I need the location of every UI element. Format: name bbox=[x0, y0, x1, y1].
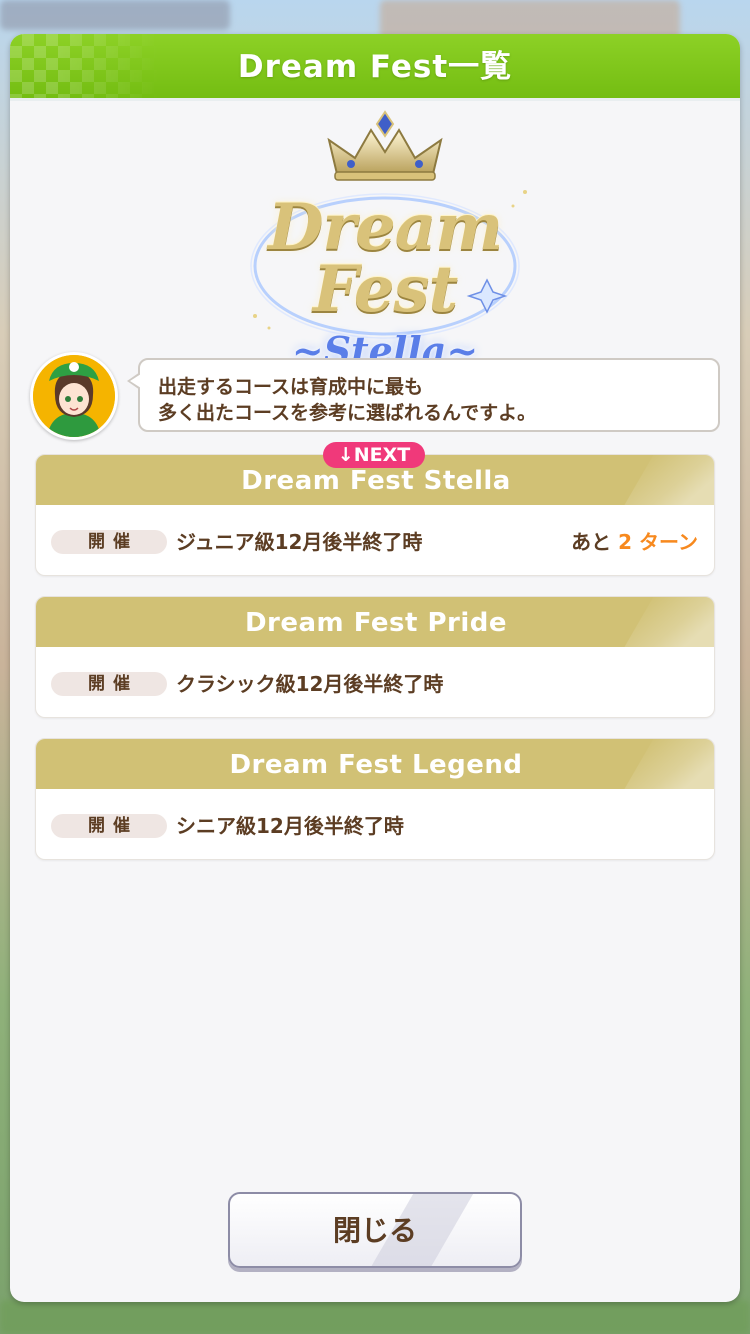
remaining-unit: ターン bbox=[639, 530, 698, 554]
fest-card-header: Dream Fest Legend bbox=[36, 739, 714, 789]
remaining-turns: あと 2 ターン bbox=[571, 526, 698, 555]
dialog-header: Dream Fest一覧 bbox=[10, 34, 740, 101]
fest-card-pride[interactable]: Dream Fest Pride 開催 クラシック級12月後半終了時 bbox=[35, 596, 715, 718]
remaining-count: 2 bbox=[618, 530, 633, 554]
fest-title: Dream Fest Pride bbox=[244, 608, 508, 638]
background-panel bbox=[0, 0, 230, 30]
background-ground bbox=[0, 1300, 750, 1334]
dream-fest-dialog: Dream Fest一覧 Dream Fest ~Stella~ 出走するコース… bbox=[10, 34, 740, 1302]
fest-title: Dream Fest Legend bbox=[229, 750, 523, 780]
close-button[interactable]: 閉じる bbox=[228, 1192, 522, 1268]
held-label: 開催 bbox=[51, 672, 167, 696]
character-avatar bbox=[30, 352, 118, 440]
remaining-prefix: あと bbox=[571, 530, 612, 554]
close-button-label: 閉じる bbox=[332, 1214, 417, 1247]
character-face-icon bbox=[33, 355, 115, 437]
fest-card-stella[interactable]: Dream Fest Stella 開催 ジュニア級12月後半終了時 あと 2 … bbox=[35, 454, 715, 576]
fest-schedule: シニア級12月後半終了時 bbox=[176, 814, 404, 838]
next-badge: ↓NEXT bbox=[323, 442, 425, 468]
dream-fest-stella-logo: Dream Fest ~Stella~ bbox=[225, 106, 545, 376]
fest-card-legend[interactable]: Dream Fest Legend 開催 シニア級12月後半終了時 bbox=[35, 738, 715, 860]
speech-line-2: 多く出たコースを参考に選ばれるんですよ。 bbox=[158, 402, 537, 424]
speech-line-1: 出走するコースは育成中に最も bbox=[158, 376, 424, 398]
fest-card-header: Dream Fest Pride bbox=[36, 597, 714, 647]
held-label: 開催 bbox=[51, 814, 167, 838]
fest-schedule: クラシック級12月後半終了時 bbox=[176, 672, 444, 696]
logo-word-fest: Fest bbox=[312, 252, 458, 327]
fest-schedule: ジュニア級12月後半終了時 bbox=[176, 530, 423, 554]
dialog-title: Dream Fest一覧 bbox=[237, 49, 513, 85]
held-label: 開催 bbox=[51, 530, 167, 554]
speech-bubble: 出走するコースは育成中に最も 多く出たコースを参考に選ばれるんですよ。 bbox=[127, 358, 720, 432]
